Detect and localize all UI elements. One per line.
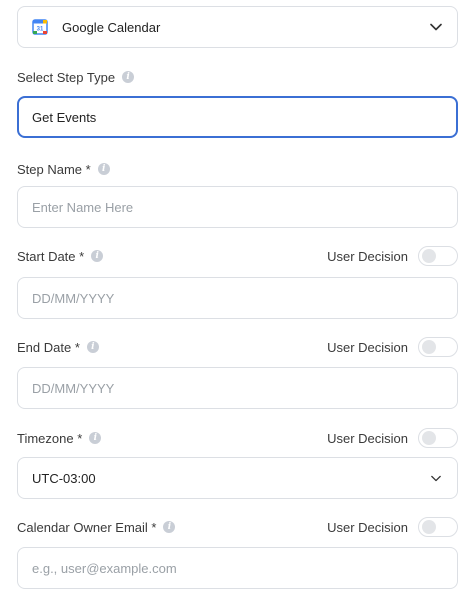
integration-select[interactable]: 31 Google Calendar	[17, 6, 458, 48]
start-date-user-decision-label: User Decision	[327, 248, 408, 264]
toggle-knob	[422, 249, 436, 263]
end-date-placeholder: DD/MM/YYYY	[32, 380, 115, 396]
end-date-label-row: End Date * i User Decision	[17, 337, 458, 357]
step-type-label-row: Select Step Type i	[17, 67, 458, 87]
step-name-label-row: Step Name * i	[17, 159, 458, 179]
owner-email-label: Calendar Owner Email *	[17, 519, 157, 535]
toggle-knob	[422, 340, 436, 354]
timezone-user-decision-label: User Decision	[327, 430, 408, 446]
timezone-user-decision-toggle[interactable]	[418, 428, 458, 448]
step-type-input[interactable]: Get Events	[17, 96, 458, 138]
toggle-knob	[422, 431, 436, 445]
step-type-label: Select Step Type	[17, 69, 116, 85]
end-date-label: End Date *	[17, 339, 80, 355]
info-icon[interactable]: i	[89, 432, 102, 444]
owner-email-input[interactable]: e.g., user@example.com	[17, 547, 458, 589]
owner-email-user-decision-label: User Decision	[327, 519, 408, 535]
owner-email-label-row: Calendar Owner Email * i User Decision	[17, 517, 458, 537]
start-date-user-decision-toggle[interactable]	[418, 246, 458, 266]
google-calendar-icon: 31	[32, 19, 48, 35]
chevron-down-icon[interactable]	[429, 20, 443, 34]
timezone-select[interactable]: UTC-03:00	[17, 457, 458, 499]
start-date-placeholder: DD/MM/YYYY	[32, 290, 115, 306]
info-icon[interactable]: i	[91, 250, 104, 262]
info-icon[interactable]: i	[122, 71, 135, 83]
svg-text:31: 31	[37, 27, 44, 33]
start-date-input[interactable]: DD/MM/YYYY	[17, 277, 458, 319]
step-type-value: Get Events	[32, 109, 97, 125]
owner-email-user-decision-toggle[interactable]	[418, 517, 458, 537]
info-icon[interactable]: i	[97, 163, 110, 175]
timezone-label-row: Timezone * i User Decision	[17, 428, 458, 448]
end-date-user-decision-toggle[interactable]	[418, 337, 458, 357]
info-icon[interactable]: i	[86, 341, 99, 353]
start-date-label: Start Date *	[17, 248, 85, 264]
step-name-placeholder: Enter Name Here	[32, 199, 134, 215]
timezone-value: UTC-03:00	[32, 470, 96, 486]
chevron-down-icon[interactable]	[429, 471, 443, 485]
timezone-label: Timezone *	[17, 430, 83, 446]
step-name-label: Step Name *	[17, 161, 91, 177]
info-icon[interactable]: i	[163, 521, 176, 533]
owner-email-placeholder: e.g., user@example.com	[32, 560, 177, 576]
start-date-label-row: Start Date * i User Decision	[17, 246, 458, 266]
end-date-user-decision-label: User Decision	[327, 339, 408, 355]
integration-value: Google Calendar	[62, 19, 161, 35]
end-date-input[interactable]: DD/MM/YYYY	[17, 367, 458, 409]
step-name-input[interactable]: Enter Name Here	[17, 186, 458, 228]
toggle-knob	[422, 520, 436, 534]
